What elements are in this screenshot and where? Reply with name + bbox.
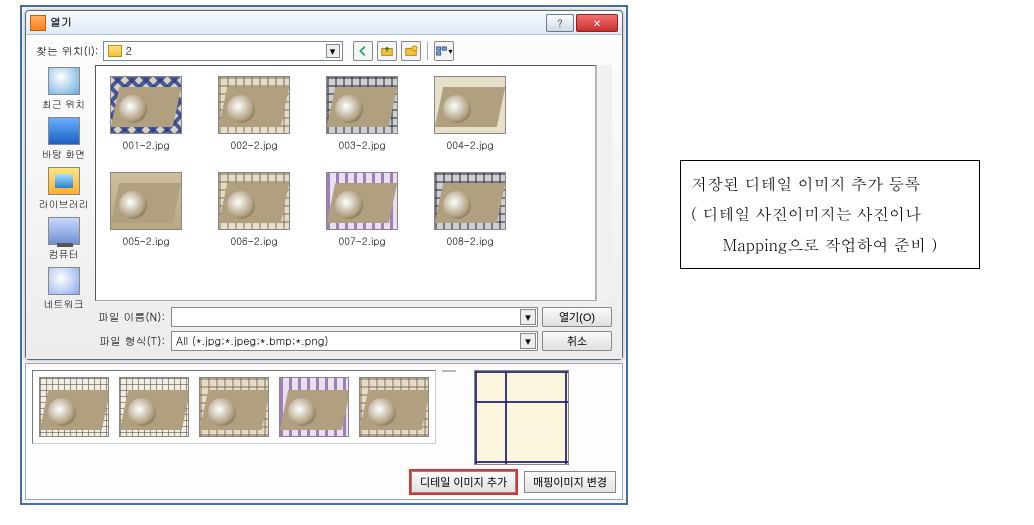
place-label: 최근 위치 <box>42 97 85 111</box>
library-icon <box>48 167 80 195</box>
dialog-title: 열기 <box>50 15 72 30</box>
detail-thumbnail[interactable] <box>119 377 189 437</box>
back-icon <box>356 44 370 58</box>
chevron-down-icon: ▾ <box>449 46 453 57</box>
look-in-row: 찾는 위치(I): 2 ▾ <box>36 41 612 61</box>
file-thumbnail[interactable]: 001-2.jpg <box>106 76 186 152</box>
file-thumbnail[interactable]: 002-2.jpg <box>214 76 294 152</box>
cancel-button[interactable]: 취소 <box>542 331 612 351</box>
detail-thumbnail[interactable] <box>279 377 349 437</box>
detail-strip-scrollbar[interactable] <box>442 370 456 372</box>
recent-icon <box>48 67 80 95</box>
chevron-down-icon[interactable]: ▾ <box>326 44 340 58</box>
close-button[interactable]: ✕ <box>576 14 618 32</box>
file-type-combo[interactable]: All (*.jpg;*.jpeg;*.bmp;*.png) ▾ <box>171 331 538 351</box>
place-label: 네트워크 <box>44 297 84 311</box>
chevron-down-icon[interactable]: ▾ <box>520 309 536 325</box>
detail-thumbnail[interactable] <box>39 377 109 437</box>
look-in-combo[interactable]: 2 ▾ <box>103 41 343 61</box>
file-thumbnail[interactable]: 006-2.ipg <box>214 172 294 248</box>
look-in-label: 찾는 위치(I): <box>36 44 99 59</box>
detail-image-add-button[interactable]: 디테일 이미지 추가 <box>411 471 516 493</box>
file-thumbnail-label: 003-2.jpg <box>322 138 402 152</box>
places-bar: 최근 위치 바탕 화면 라이브러리 컴퓨터 <box>36 65 91 351</box>
file-thumbnails: 001-2.jpg 002-2.jpg 003-2.jpg 004-2.jpg 005-… <box>96 66 595 300</box>
file-thumbnail-label: 007-2.ipg <box>322 234 402 248</box>
open-button[interactable]: 열기(O) <box>542 307 612 327</box>
mapping-preview <box>474 370 569 465</box>
help-button[interactable]: ? <box>546 14 574 32</box>
file-thumbnail-label: 008-2.ipg <box>430 234 510 248</box>
detail-thumbnails[interactable] <box>32 370 436 444</box>
back-button[interactable] <box>353 41 373 61</box>
annotation-box: 저장된 디테일 이미지 추가 등록 ( 디테일 사진이미지는 사진이나 Mapp… <box>680 160 980 269</box>
chevron-down-icon[interactable]: ▾ <box>520 333 536 349</box>
dialog-body: 찾는 위치(I): 2 ▾ <box>26 35 622 359</box>
network-icon <box>48 267 80 295</box>
file-thumbnail-label: 005-2.ipg <box>106 234 186 248</box>
help-icon: ? <box>557 16 562 30</box>
fabric-roll-image <box>434 76 506 134</box>
annotation-line: ( 디테일 사진이미지는 사진이나 <box>691 199 969 229</box>
file-list-scrollbar[interactable] <box>596 65 612 301</box>
file-fields: 파일 이름(N): ▾ 열기(O) 파일 형식(T): All (*.jpg;*… <box>95 307 612 351</box>
fabric-roll-image <box>218 76 290 134</box>
file-thumbnail-label: 001-2.jpg <box>106 138 186 152</box>
file-name-label: 파일 이름(N): <box>95 310 167 325</box>
up-folder-icon <box>380 44 394 58</box>
desktop-icon <box>48 117 80 145</box>
fabric-roll-image <box>110 172 182 230</box>
place-label: 바탕 화면 <box>42 147 85 161</box>
view-menu-icon <box>435 44 448 58</box>
nav-toolbar: ▾ <box>353 41 454 61</box>
new-folder-icon <box>404 44 418 58</box>
file-thumbnail[interactable]: 003-2.jpg <box>322 76 402 152</box>
annotation-line: Mapping으로 작업하여 준비 ) <box>691 230 969 260</box>
file-thumbnail-label: 006-2.ipg <box>214 234 294 248</box>
open-file-dialog: 열기 ? ✕ 찾는 위치(I): 2 ▾ <box>25 10 623 360</box>
detail-strip-panel: 디테일 이미지 추가 매핑이미지 변경 <box>25 363 623 500</box>
file-type-value: All (*.jpg;*.jpeg;*.bmp;*.png) <box>176 334 329 349</box>
file-list-pane[interactable]: 001-2.jpg 002-2.jpg 003-2.jpg 004-2.jpg 005-… <box>95 65 596 301</box>
look-in-value: 2 <box>126 44 132 59</box>
fabric-roll-image <box>434 172 506 230</box>
place-desktop[interactable]: 바탕 화면 <box>38 115 90 163</box>
toolbar-separator <box>427 42 428 60</box>
file-name-combo[interactable]: ▾ <box>171 307 538 327</box>
computer-icon <box>48 217 80 245</box>
fabric-roll-image <box>326 172 398 230</box>
annotation-line: 저장된 디테일 이미지 추가 등록 <box>691 169 969 199</box>
titlebar[interactable]: 열기 ? ✕ <box>26 11 622 35</box>
file-thumbnail-label: 004-2.jpg <box>430 138 510 152</box>
place-network[interactable]: 네트워크 <box>38 265 90 313</box>
app-outer-frame: 열기 ? ✕ 찾는 위치(I): 2 ▾ <box>20 5 628 505</box>
file-thumbnail[interactable]: 004-2.jpg <box>430 76 510 152</box>
place-label: 컴퓨터 <box>49 247 79 261</box>
place-library[interactable]: 라이브러리 <box>38 165 90 213</box>
file-type-label: 파일 형식(T): <box>95 334 167 349</box>
place-computer[interactable]: 컴퓨터 <box>38 215 90 263</box>
detail-thumbnail[interactable] <box>359 377 429 437</box>
file-thumbnail[interactable]: 007-2.ipg <box>322 172 402 248</box>
fabric-roll-image <box>326 76 398 134</box>
fabric-roll-image <box>218 172 290 230</box>
place-label: 라이브러리 <box>39 197 89 211</box>
view-menu-button[interactable]: ▾ <box>434 41 454 61</box>
file-thumbnail[interactable]: 008-2.ipg <box>430 172 510 248</box>
place-recent[interactable]: 최근 위치 <box>38 65 90 113</box>
mapping-image-change-button[interactable]: 매핑이미지 변경 <box>524 471 616 493</box>
new-folder-button[interactable] <box>401 41 421 61</box>
file-thumbnail[interactable]: 005-2.ipg <box>106 172 186 248</box>
close-icon: ✕ <box>593 16 601 30</box>
app-icon <box>30 15 46 31</box>
up-one-level-button[interactable] <box>377 41 397 61</box>
file-thumbnail-label: 002-2.jpg <box>214 138 294 152</box>
detail-thumbnail[interactable] <box>199 377 269 437</box>
folder-icon <box>108 45 122 57</box>
fabric-roll-image <box>110 76 182 134</box>
